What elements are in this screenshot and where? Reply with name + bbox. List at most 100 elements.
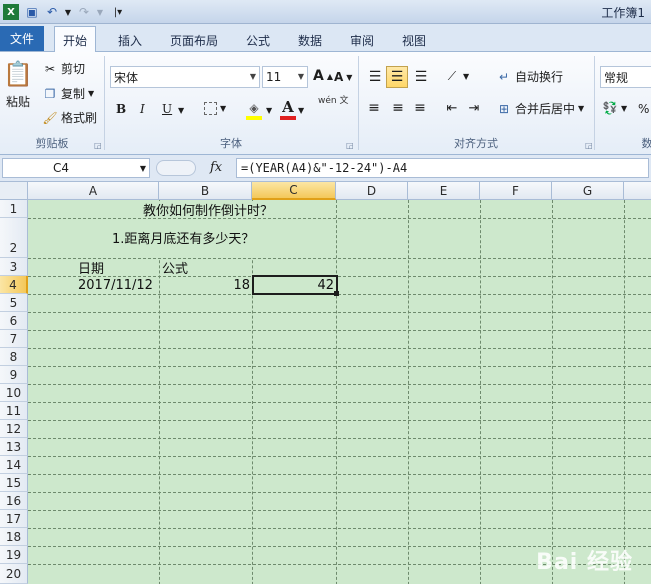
- cut-button[interactable]: ✂ 剪切: [42, 60, 85, 77]
- undo-dropdown-icon[interactable]: ▼: [60, 4, 76, 20]
- font-size-value: 11: [266, 70, 282, 84]
- column-header-b[interactable]: B: [159, 182, 252, 200]
- row-header[interactable]: 11: [0, 402, 28, 420]
- tab-data[interactable]: 数据: [290, 28, 330, 52]
- row-header[interactable]: 2: [0, 218, 28, 258]
- number-format-combo[interactable]: 常规: [600, 66, 651, 88]
- grow-font-button[interactable]: A ▲: [313, 68, 333, 84]
- row-header[interactable]: 17: [0, 510, 28, 528]
- percent-button[interactable]: %: [638, 102, 649, 116]
- tab-formulas[interactable]: 公式: [238, 28, 278, 52]
- formula-input[interactable]: =(YEAR(A4)&"-12-24")-A4: [236, 158, 649, 178]
- italic-button[interactable]: I: [140, 102, 145, 116]
- cell-b3[interactable]: 公式: [162, 258, 188, 277]
- row-header[interactable]: 18: [0, 528, 28, 546]
- select-all-button[interactable]: [0, 182, 28, 200]
- copy-button[interactable]: ❐ 复制 ▼: [42, 85, 95, 102]
- gridline: [28, 510, 651, 511]
- name-box[interactable]: C4 ▼: [2, 158, 150, 178]
- borders-button[interactable]: ▼: [204, 102, 226, 115]
- row-header[interactable]: 9: [0, 366, 28, 384]
- paste-label: 粘贴: [5, 95, 30, 109]
- tab-review[interactable]: 审阅: [342, 28, 382, 52]
- underline-dropdown-icon[interactable]: ▼: [178, 106, 184, 115]
- bold-button[interactable]: B: [116, 102, 126, 116]
- font-color-button[interactable]: A: [280, 98, 296, 120]
- row-header[interactable]: 4: [0, 276, 28, 294]
- row-header[interactable]: 20: [0, 564, 28, 584]
- format-painter-button[interactable]: 🖌 格式刷: [42, 109, 97, 126]
- save-icon[interactable]: ▣: [24, 4, 40, 20]
- clipboard-launcher-icon[interactable]: ◲: [94, 141, 102, 150]
- align-left-button[interactable]: ≡: [366, 100, 382, 116]
- worksheet-grid[interactable]: A B C D E F G 1 2 3 4 5 6 7 8 9 10 11 12…: [0, 182, 651, 584]
- phonetic-button[interactable]: wén 文: [318, 96, 348, 106]
- row-header[interactable]: 10: [0, 384, 28, 402]
- column-header-f[interactable]: F: [480, 182, 552, 200]
- row-header[interactable]: 12: [0, 420, 28, 438]
- tab-insert[interactable]: 插入: [110, 28, 150, 52]
- column-header-c[interactable]: C: [252, 182, 336, 200]
- gridline: [28, 258, 651, 259]
- row-header[interactable]: 3: [0, 258, 28, 276]
- decrease-indent-button[interactable]: ⇤: [444, 100, 460, 116]
- align-top-button[interactable]: ☰: [364, 66, 386, 88]
- font-size-combo[interactable]: 11 ▼: [262, 66, 308, 88]
- tab-view[interactable]: 视图: [394, 28, 434, 52]
- align-right-button[interactable]: ≡: [412, 100, 428, 116]
- row-header[interactable]: 8: [0, 348, 28, 366]
- font-launcher-icon[interactable]: ◲: [346, 141, 354, 150]
- column-header-d[interactable]: D: [336, 182, 408, 200]
- border-grid-icon: [204, 102, 217, 115]
- fill-color-dropdown-icon[interactable]: ▼: [266, 106, 272, 115]
- fill-color-button[interactable]: ◈: [246, 100, 262, 120]
- tab-file[interactable]: 文件: [0, 26, 44, 51]
- cell-a4[interactable]: 2017/11/12: [78, 276, 153, 294]
- chevron-down-icon: ▼: [297, 72, 304, 81]
- increase-indent-button[interactable]: ⇥: [466, 100, 482, 116]
- wrap-text-button[interactable]: ↵ 自动换行: [496, 68, 563, 85]
- align-bottom-button[interactable]: ☰: [410, 66, 432, 88]
- row-header[interactable]: 1: [0, 200, 28, 218]
- cell-subtitle: 1.距离月底还有多少天？: [112, 231, 255, 247]
- paste-button[interactable]: 📋 粘贴: [3, 58, 33, 110]
- merge-center-button[interactable]: ⊞ 合并后居中 ▼: [496, 100, 584, 117]
- row-header[interactable]: 6: [0, 312, 28, 330]
- column-header-e[interactable]: E: [408, 182, 480, 200]
- cell-b4[interactable]: 18: [159, 276, 250, 294]
- column-header-a[interactable]: A: [28, 182, 159, 200]
- column-header-g[interactable]: G: [552, 182, 624, 200]
- customize-qat-icon[interactable]: |▾: [110, 4, 126, 20]
- shrink-font-button[interactable]: A ▼: [334, 70, 352, 84]
- align-center-button[interactable]: ≡: [390, 100, 406, 116]
- fill-handle[interactable]: [334, 291, 339, 296]
- chevron-down-icon: ▼: [249, 72, 256, 81]
- copy-dropdown-icon[interactable]: ▼: [88, 89, 94, 98]
- chevron-down-icon: ▼: [220, 104, 227, 113]
- row-header[interactable]: 7: [0, 330, 28, 348]
- orientation-button[interactable]: ⟋ ▼: [444, 68, 469, 84]
- ribbon: 📋 粘贴 ✂ 剪切 ❐ 复制 ▼ 🖌 格式刷 剪贴板 ◲ 宋体 ▼ 11 ▼ A…: [0, 52, 651, 155]
- formula-bar-resize-icon[interactable]: [156, 160, 196, 176]
- row-header[interactable]: 5: [0, 294, 28, 312]
- tab-page-layout[interactable]: 页面布局: [162, 28, 226, 52]
- row-header[interactable]: 15: [0, 474, 28, 492]
- row-header[interactable]: 14: [0, 456, 28, 474]
- align-middle-button[interactable]: ☰: [386, 66, 408, 88]
- cell-a3[interactable]: 日期: [78, 258, 104, 277]
- row-header[interactable]: 16: [0, 492, 28, 510]
- alignment-launcher-icon[interactable]: ◲: [585, 141, 593, 150]
- tab-home[interactable]: 开始: [54, 26, 97, 53]
- row-header[interactable]: 13: [0, 438, 28, 456]
- underline-button[interactable]: U: [162, 102, 172, 116]
- insert-function-icon[interactable]: fx: [210, 160, 222, 175]
- font-color-dropdown-icon[interactable]: ▼: [298, 106, 304, 115]
- paint-bucket-icon: ◈: [249, 101, 259, 115]
- undo-icon[interactable]: ↶: [44, 4, 60, 20]
- column-header-h[interactable]: [624, 182, 651, 200]
- redo-dropdown-icon[interactable]: ▼: [92, 4, 108, 20]
- font-name-combo[interactable]: 宋体 ▼: [110, 66, 260, 88]
- accounting-format-button[interactable]: 💱 ▼: [602, 100, 628, 116]
- redo-icon[interactable]: ↷: [76, 4, 92, 20]
- row-header[interactable]: 19: [0, 546, 28, 564]
